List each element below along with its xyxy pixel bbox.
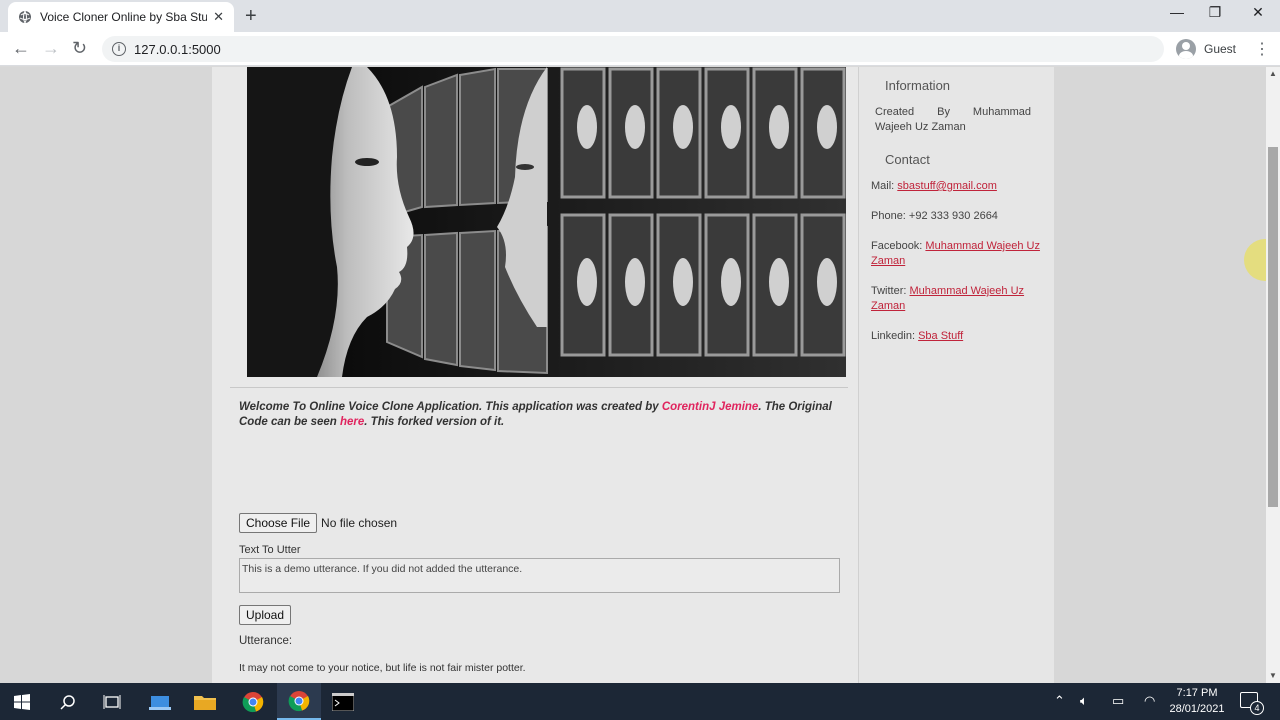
divider (230, 387, 848, 388)
scrollbar-thumb[interactable] (1268, 147, 1278, 507)
tab-title: Voice Cloner Online by Sba Stuff (40, 10, 208, 24)
close-tab-icon[interactable]: ✕ (213, 9, 224, 25)
battery-icon[interactable]: ▭ (1112, 693, 1124, 709)
contact-heading: Contact (885, 152, 930, 167)
information-heading: Information (885, 78, 951, 93)
linkedin-line: Linkedin: Sba Stuff (871, 329, 1043, 344)
hero-image (247, 67, 846, 377)
info-icon[interactable]: i (112, 42, 126, 56)
mail-label: Mail: (871, 180, 898, 192)
here-link[interactable]: here (340, 416, 364, 428)
twitter-label: Twitter: (871, 285, 910, 297)
page-scrollbar[interactable]: ▲ ▼ (1266, 67, 1280, 683)
utterance-output: It may not come to your notice, but life… (239, 662, 526, 674)
twitter-line: Twitter: Muhammad Wajeeh Uz Zaman (871, 284, 1043, 314)
linkedin-label: Linkedin: (871, 330, 919, 342)
browser-tab-strip: Voice Cloner Online by Sba Stuff ✕ + — ❐… (0, 0, 1280, 32)
author-link[interactable]: CorentinJ Jemine (662, 401, 759, 413)
taskbar: ⌃ 🔈︎ ▭ ◠ 7:17 PM 28/01/2021 4 (0, 683, 1280, 720)
sidebar: Information Created By Muhammad Wajeeh U… (858, 67, 1054, 683)
scroll-down-icon[interactable]: ▼ (1269, 671, 1277, 680)
file-status: No file chosen (321, 516, 398, 530)
search-icon[interactable] (46, 683, 90, 720)
welcome-part3: . This forked version of it. (364, 416, 505, 428)
more-menu-icon[interactable]: ⋮ (1254, 39, 1270, 59)
welcome-part1: Welcome To Online Voice Clone Applicatio… (239, 401, 662, 413)
reload-icon[interactable]: ↻ (72, 38, 87, 59)
created-line2: Wajeeh Uz Zaman (875, 121, 966, 133)
cursor-highlight (1244, 239, 1266, 281)
clock-time: 7:17 PM (1176, 687, 1218, 699)
volume-icon[interactable]: 🔈︎ (1080, 693, 1088, 709)
created-word: Created (875, 106, 915, 118)
file-input: Choose File No file chosen (239, 513, 397, 533)
browser-toolbar: ← → ↻ i 127.0.0.1:5000 Guest ⋮ (0, 32, 1280, 66)
chrome-active-icon[interactable] (277, 683, 321, 720)
notification-count-badge: 4 (1250, 701, 1264, 715)
back-arrow-icon[interactable]: ← (12, 38, 30, 59)
created-by-text: Created By Muhammad Wajeeh Uz Zaman (875, 105, 1031, 135)
welcome-text: Welcome To Online Voice Clone Applicatio… (239, 400, 839, 430)
windows-start-icon[interactable] (0, 683, 44, 720)
file-transfer-icon[interactable] (138, 683, 182, 720)
task-view-icon[interactable] (90, 683, 134, 720)
chevron-up-icon[interactable]: ⌃ (1054, 693, 1065, 709)
page-viewport: Welcome To Online Voice Clone Applicatio… (0, 67, 1266, 683)
clock-date: 28/01/2021 (1169, 703, 1225, 715)
phone-value: +92 333 930 2664 (908, 210, 998, 222)
new-tab-icon[interactable]: + (245, 5, 257, 28)
profile-button[interactable]: Guest (1172, 36, 1244, 62)
browser-tab[interactable]: Voice Cloner Online by Sba Stuff ✕ (8, 2, 234, 32)
scroll-up-icon[interactable]: ▲ (1269, 69, 1277, 78)
page-container: Welcome To Online Voice Clone Applicatio… (212, 67, 1054, 683)
upload-button[interactable]: Upload (239, 605, 292, 625)
system-clock[interactable]: 7:17 PM 28/01/2021 (1168, 685, 1226, 717)
wifi-icon[interactable]: ◠ (1144, 693, 1155, 709)
by-word: By (937, 106, 950, 118)
main-column: Welcome To Online Voice Clone Applicatio… (212, 67, 858, 683)
phone-label: Phone: (871, 210, 909, 222)
utterance-textarea[interactable]: This is a demo utterance. If you did not… (239, 558, 840, 593)
forward-arrow-icon[interactable]: → (42, 38, 60, 59)
profile-label: Guest (1204, 42, 1237, 56)
facebook-line: Facebook: Muhammad Wajeeh Uz Zaman (871, 239, 1043, 269)
text-to-utter-label: Text To Utter (239, 544, 301, 556)
mail-link[interactable]: sbastuff@gmail.com (897, 180, 997, 192)
avatar-icon (1176, 39, 1196, 59)
url-text: 127.0.0.1:5000 (134, 41, 221, 57)
chrome-icon[interactable] (231, 683, 275, 720)
utterance-label: Utterance: (239, 635, 293, 647)
muhammad-word: Muhammad (972, 106, 1031, 118)
close-window-icon[interactable]: ✕ (1235, 4, 1280, 21)
restore-icon[interactable]: ❐ (1192, 4, 1238, 21)
globe-icon (19, 10, 31, 24)
mail-line: Mail: sbastuff@gmail.com (871, 179, 1043, 194)
file-explorer-icon[interactable] (183, 683, 227, 720)
address-bar[interactable]: i 127.0.0.1:5000 (102, 36, 1164, 62)
choose-file-button[interactable]: Choose File (239, 513, 318, 533)
linkedin-link[interactable]: Sba Stuff (918, 330, 963, 342)
facebook-label: Facebook: (871, 240, 926, 252)
terminal-icon[interactable] (321, 683, 365, 720)
phone-line: Phone: +92 333 930 2664 (871, 209, 1043, 224)
